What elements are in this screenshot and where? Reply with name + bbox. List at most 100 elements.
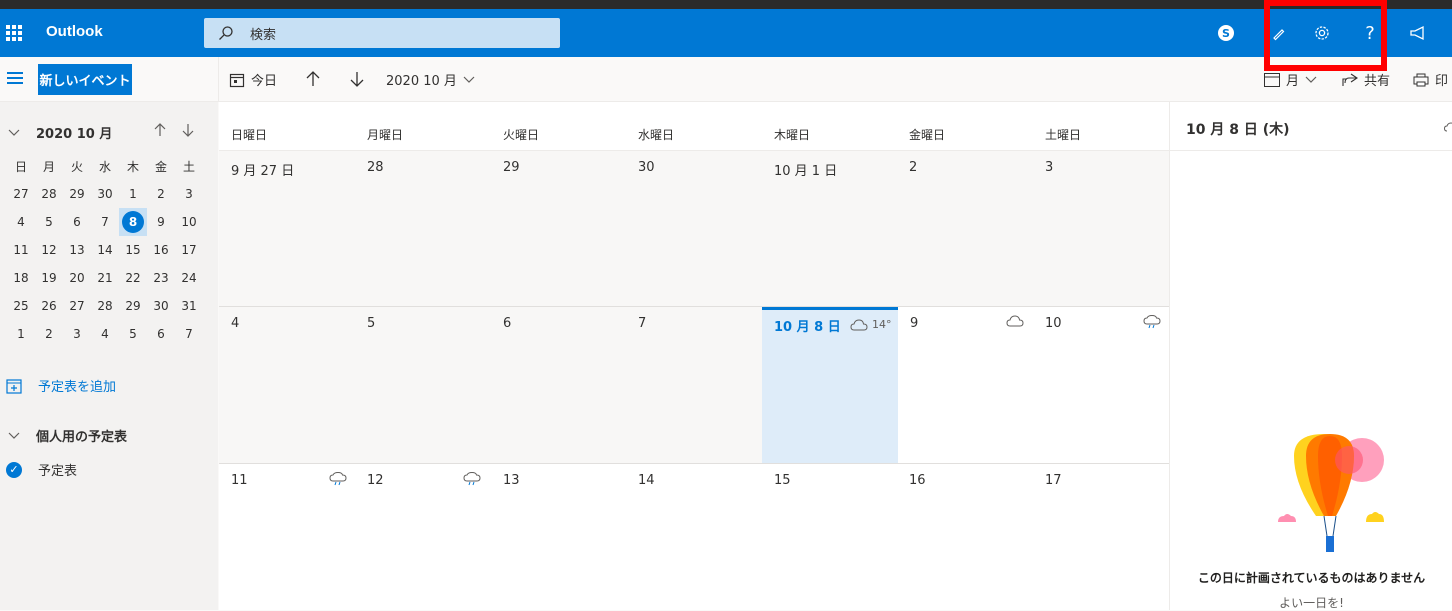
mini-day[interactable]: 5 xyxy=(119,320,147,348)
add-calendar-link[interactable]: 予定表を追加 xyxy=(6,376,116,395)
mini-day[interactable]: 23 xyxy=(147,264,175,292)
calendar-group-header[interactable]: 個人用の予定表 xyxy=(8,426,127,445)
mini-day[interactable]: 30 xyxy=(91,180,119,208)
cloud-icon xyxy=(850,318,868,330)
mini-day[interactable]: 28 xyxy=(35,180,63,208)
today-cell[interactable]: 10 月 8 日 14° xyxy=(762,307,898,463)
skype-icon[interactable]: S xyxy=(1216,23,1236,43)
share-button[interactable]: 共有 xyxy=(1342,70,1390,89)
cloud-icon xyxy=(1444,122,1452,132)
day-cell[interactable]: 3 xyxy=(1033,151,1169,306)
mini-day[interactable]: 19 xyxy=(35,264,63,292)
account-avatar[interactable] xyxy=(1446,23,1452,43)
day-cell[interactable]: 17 xyxy=(1033,464,1169,610)
mini-day[interactable]: 6 xyxy=(147,320,175,348)
day-cell[interactable]: 9 月 27 日 xyxy=(219,151,355,306)
weekday-header-row: 日曜日 月曜日 火曜日 水曜日 木曜日 金曜日 土曜日 xyxy=(219,102,1169,151)
next-arrow-icon[interactable] xyxy=(349,70,365,88)
mini-day[interactable]: 7 xyxy=(91,208,119,236)
mini-day[interactable]: 15 xyxy=(119,236,147,264)
mini-day[interactable]: 29 xyxy=(119,292,147,320)
announcement-megaphone-icon[interactable] xyxy=(1408,23,1428,43)
today-button[interactable]: 今日 xyxy=(229,70,277,89)
day-cell[interactable]: 14 xyxy=(626,464,762,610)
day-cell[interactable]: 11 xyxy=(219,464,355,610)
day-cell[interactable]: 5 xyxy=(355,307,491,463)
mini-day[interactable]: 27 xyxy=(7,180,35,208)
day-cell[interactable]: 28 xyxy=(355,151,491,306)
mini-day[interactable]: 6 xyxy=(63,208,91,236)
mini-next-arrow-icon[interactable] xyxy=(182,123,194,141)
day-cell[interactable]: 16 xyxy=(897,464,1033,610)
mini-day-selected[interactable]: 8 xyxy=(119,208,147,236)
view-switcher[interactable]: 月 xyxy=(1264,70,1317,89)
mini-day[interactable]: 25 xyxy=(7,292,35,320)
window-top-strip xyxy=(0,0,1452,9)
checkmark-icon[interactable]: ✓ xyxy=(6,461,22,478)
day-number: 15 xyxy=(774,473,791,488)
day-number: 6 xyxy=(503,316,512,331)
mini-prev-arrow-icon[interactable] xyxy=(154,123,166,141)
weather-forecast: 14° xyxy=(850,318,892,331)
day-number: 16 xyxy=(909,473,926,488)
mini-day[interactable]: 1 xyxy=(7,320,35,348)
mini-day[interactable]: 3 xyxy=(175,180,203,208)
mini-day[interactable]: 12 xyxy=(35,236,63,264)
mini-day[interactable]: 3 xyxy=(63,320,91,348)
mini-day[interactable]: 27 xyxy=(63,292,91,320)
day-cell[interactable]: 7 xyxy=(626,307,762,463)
mini-day[interactable]: 20 xyxy=(63,264,91,292)
mini-day[interactable]: 18 xyxy=(7,264,35,292)
month-picker[interactable]: 2020 10 月 xyxy=(386,70,475,89)
app-title[interactable]: Outlook xyxy=(46,23,103,40)
mini-day[interactable]: 2 xyxy=(147,180,175,208)
mini-day[interactable]: 1 xyxy=(119,180,147,208)
day-cell[interactable]: 4 xyxy=(219,307,355,463)
day-cell[interactable]: 12 xyxy=(355,464,491,610)
mini-day[interactable]: 14 xyxy=(91,236,119,264)
day-cell[interactable]: 30 xyxy=(626,151,762,306)
day-cell[interactable]: 6 xyxy=(491,307,626,463)
print-button[interactable]: 印 xyxy=(1413,70,1448,89)
mini-day[interactable]: 7 xyxy=(175,320,203,348)
mini-day[interactable]: 4 xyxy=(7,208,35,236)
search-box[interactable]: 検索 xyxy=(204,18,560,48)
new-event-button[interactable]: 新しいイベント xyxy=(38,64,132,95)
day-agenda-pane: 10 月 8 日 (木) この日に計画されているものはありません よい一日を! xyxy=(1169,102,1452,610)
weekday-label: 月 xyxy=(42,159,55,174)
mini-day[interactable]: 9 xyxy=(147,208,175,236)
mini-day[interactable]: 26 xyxy=(35,292,63,320)
mini-day[interactable]: 4 xyxy=(91,320,119,348)
mini-day[interactable]: 16 xyxy=(147,236,175,264)
calendar-item[interactable]: ✓ 予定表 xyxy=(6,460,77,479)
mini-day[interactable]: 13 xyxy=(63,236,91,264)
day-cell[interactable]: 10 月 1 日 xyxy=(762,151,897,306)
day-cell[interactable]: 9 xyxy=(898,307,1033,463)
day-cell[interactable]: 29 xyxy=(491,151,626,306)
mini-day[interactable]: 17 xyxy=(175,236,203,264)
app-launcher-icon[interactable] xyxy=(6,25,22,41)
weekday-header: 火曜日 xyxy=(503,128,540,142)
previous-arrow-icon[interactable] xyxy=(305,70,321,88)
mini-day[interactable]: 30 xyxy=(147,292,175,320)
day-cell[interactable]: 13 xyxy=(491,464,626,610)
hamburger-menu-icon[interactable] xyxy=(7,72,23,84)
mini-day[interactable]: 24 xyxy=(175,264,203,292)
mini-day[interactable]: 31 xyxy=(175,292,203,320)
day-number: 5 xyxy=(367,316,376,331)
print-icon xyxy=(1413,73,1429,86)
mini-calendar-header[interactable]: 2020 10 月 xyxy=(8,123,112,142)
day-cell[interactable]: 2 xyxy=(897,151,1033,306)
mini-day[interactable]: 21 xyxy=(91,264,119,292)
mini-day[interactable]: 10 xyxy=(175,208,203,236)
mini-day[interactable]: 22 xyxy=(119,264,147,292)
day-cell[interactable]: 10 xyxy=(1033,307,1169,463)
mini-day-today[interactable]: 8 xyxy=(122,211,144,233)
day-cell[interactable]: 15 xyxy=(762,464,897,610)
mini-day[interactable]: 29 xyxy=(63,180,91,208)
mini-day[interactable]: 28 xyxy=(91,292,119,320)
mini-day[interactable]: 11 xyxy=(7,236,35,264)
mini-day[interactable]: 5 xyxy=(35,208,63,236)
cloud-icon xyxy=(1006,315,1024,327)
mini-day[interactable]: 2 xyxy=(35,320,63,348)
